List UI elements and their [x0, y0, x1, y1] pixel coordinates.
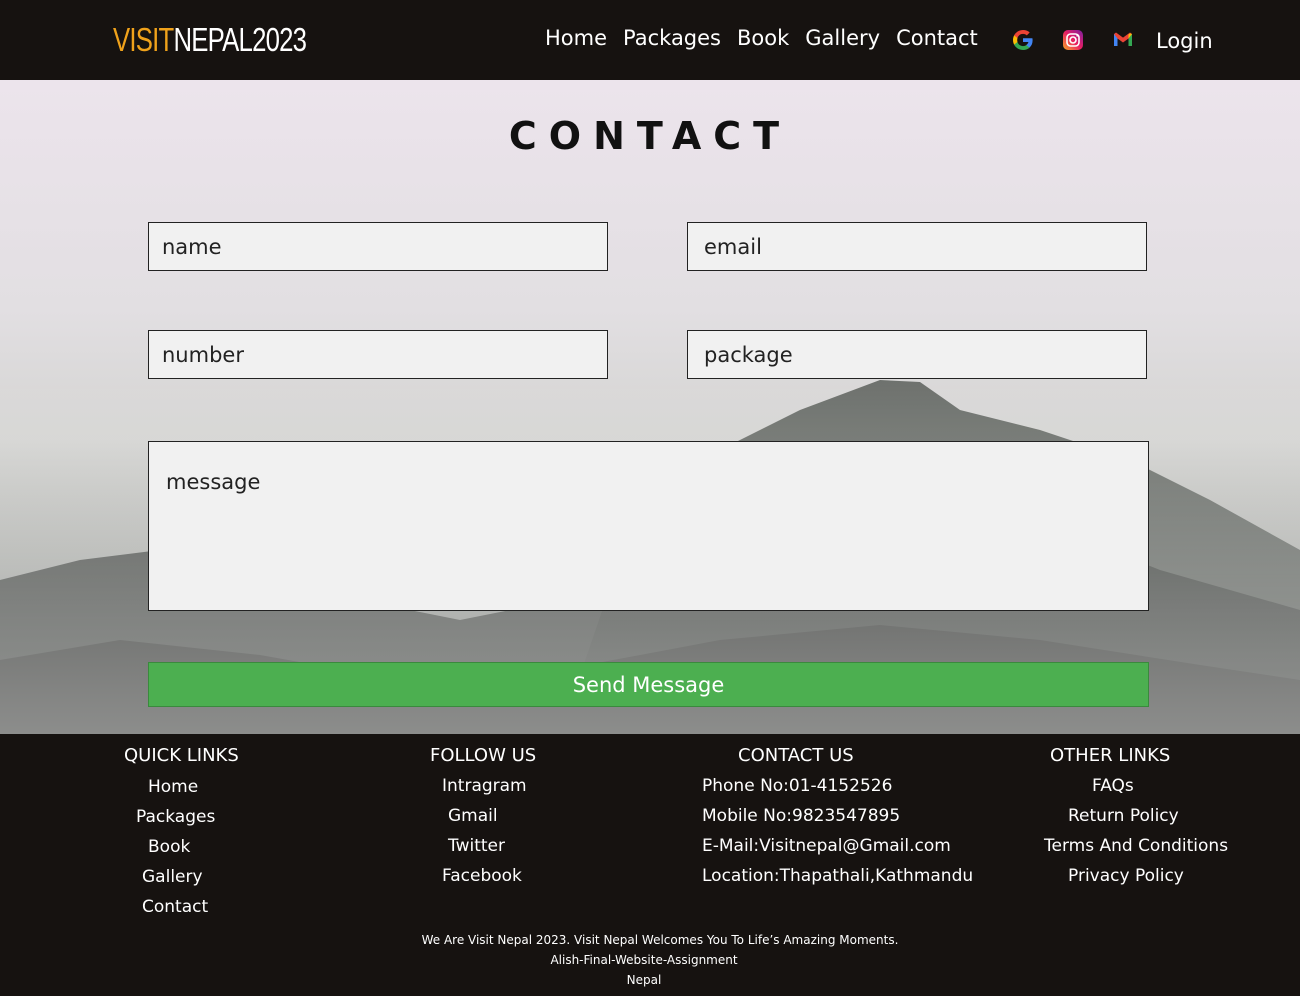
quick-links-title: QUICK LINKS [124, 745, 239, 766]
login-link[interactable]: Login [1156, 27, 1213, 55]
contact-mobile: Mobile No:9823547895 [702, 806, 901, 826]
nav-book[interactable]: Book [737, 24, 789, 52]
footer-link-book[interactable]: Book [148, 837, 190, 857]
instagram-icon[interactable] [1061, 28, 1085, 52]
other-links-title: OTHER LINKS [1050, 745, 1171, 766]
footer-link-contact[interactable]: Contact [142, 897, 208, 917]
misty-forest-background [0, 380, 1300, 734]
footer-link-gallery[interactable]: Gallery [142, 867, 203, 887]
contact-location: Location:Thapathali,Kathmandu [702, 866, 974, 886]
follow-gmail-link[interactable]: Gmail [448, 806, 498, 826]
name-field[interactable] [148, 222, 608, 271]
nav-home[interactable]: Home [545, 24, 607, 52]
follow-instagram-link[interactable]: Intragram [442, 776, 527, 796]
footer-credit: Alish-Final-Website-Assignment [550, 953, 738, 967]
email-field[interactable] [687, 222, 1147, 271]
package-field[interactable] [687, 330, 1147, 379]
nav-packages[interactable]: Packages [623, 24, 721, 52]
number-field[interactable] [148, 330, 608, 379]
footer-tagline: We Are Visit Nepal 2023. Visit Nepal Wel… [421, 933, 899, 947]
footer-link-return-policy[interactable]: Return Policy [1068, 806, 1179, 826]
footer-link-home[interactable]: Home [148, 777, 198, 797]
google-icon[interactable] [1011, 28, 1035, 52]
logo-rest: NEPAL2023 [173, 21, 307, 58]
footer-link-faqs[interactable]: FAQs [1092, 776, 1134, 796]
send-message-button[interactable]: Send Message [148, 662, 1149, 707]
nav-links: Home Packages Book Gallery Contact [545, 24, 994, 52]
gmail-icon[interactable] [1111, 28, 1135, 52]
contact-title: CONTACT [508, 114, 792, 158]
follow-us-title: FOLLOW US [430, 745, 537, 766]
nav-gallery[interactable]: Gallery [805, 24, 880, 52]
contact-phone: Phone No:01-4152526 [702, 776, 893, 796]
footer-link-packages[interactable]: Packages [136, 807, 215, 827]
site-logo[interactable]: VISITNEPAL2023 [113, 21, 307, 58]
message-field[interactable] [148, 441, 1149, 611]
follow-twitter-link[interactable]: Twitter [448, 836, 505, 856]
contact-email: E-Mail:Visitnepal@Gmail.com [702, 836, 951, 856]
contact-section: CONTACT Send Message [0, 80, 1300, 734]
footer-link-terms[interactable]: Terms And Conditions [1044, 836, 1228, 856]
footer-country: Nepal [626, 973, 662, 987]
footer-link-privacy-policy[interactable]: Privacy Policy [1068, 866, 1184, 886]
navbar: VISITNEPAL2023 Home Packages Book Galler… [0, 0, 1300, 80]
follow-facebook-link[interactable]: Facebook [442, 866, 522, 886]
nav-contact[interactable]: Contact [896, 24, 978, 52]
footer: QUICK LINKS Home Packages Book Gallery C… [0, 734, 1300, 996]
logo-accent: VISIT [113, 21, 174, 58]
contact-us-title: CONTACT US [738, 745, 854, 766]
